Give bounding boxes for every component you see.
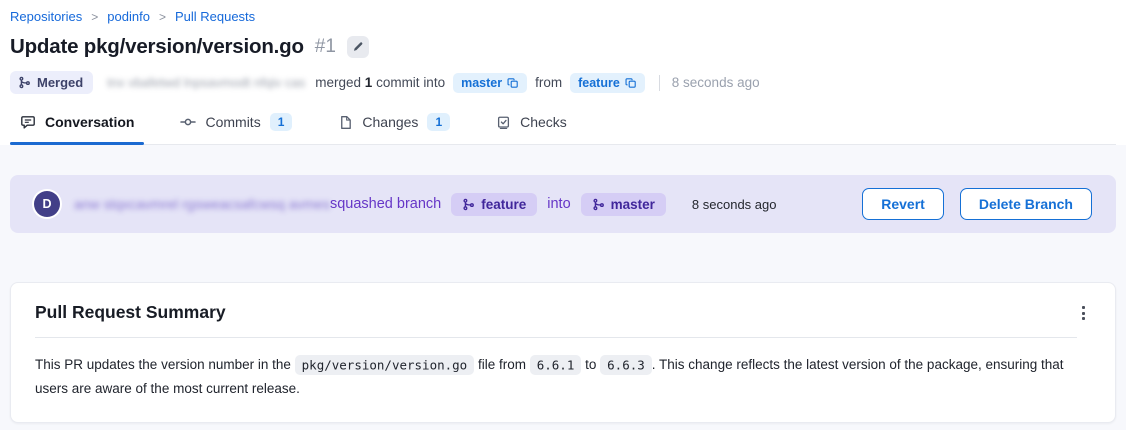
- tab-label: Conversation: [45, 114, 134, 130]
- pencil-icon: [352, 41, 364, 53]
- head-branch-label: feature: [578, 76, 620, 90]
- merge-summary-text: from: [535, 75, 562, 90]
- commits-count-badge: 1: [270, 113, 293, 131]
- head-branch-pill[interactable]: feature: [451, 193, 537, 216]
- head-branch-label: feature: [481, 197, 526, 212]
- commit-count: 1: [365, 75, 373, 90]
- summary-body: This PR updates the version number in th…: [35, 353, 1075, 400]
- breadcrumb: Repositories > podinfo > Pull Requests: [10, 9, 1116, 24]
- status-badge: Merged: [10, 71, 93, 94]
- base-branch-label: master: [461, 76, 502, 90]
- comment-icon: [20, 114, 36, 130]
- breadcrumb-link-podinfo[interactable]: podinfo: [107, 9, 150, 24]
- banner-action-text: squashed branch: [330, 196, 441, 212]
- body-text: to: [581, 357, 600, 372]
- merged-timestamp: 8 seconds ago: [672, 75, 760, 90]
- body-text: This PR updates the version number in th…: [35, 357, 295, 372]
- tab-label: Commits: [205, 114, 260, 130]
- file-icon: [338, 115, 353, 130]
- pr-number: #1: [315, 36, 336, 58]
- avatar: D: [34, 191, 60, 217]
- base-branch-pill[interactable]: master: [581, 193, 666, 216]
- tab-label: Checks: [520, 114, 567, 130]
- changes-count-badge: 1: [427, 113, 450, 131]
- tab-conversation[interactable]: Conversation: [10, 111, 144, 144]
- content-area: D anw stqxcavmrel rgsweacsafcwsq avmes s…: [0, 145, 1126, 430]
- tab-changes[interactable]: Changes 1: [328, 111, 460, 144]
- inline-code: 6.6.3: [600, 355, 652, 375]
- base-branch-chip[interactable]: master: [453, 73, 527, 93]
- page-title: Update pkg/version/version.go: [10, 35, 304, 59]
- git-merge-icon: [18, 76, 31, 89]
- divider: [659, 75, 660, 91]
- merge-summary-text: commit into: [376, 75, 445, 90]
- tab-commits[interactable]: Commits 1: [170, 111, 302, 144]
- banner-actions: Revert Delete Branch: [862, 188, 1092, 220]
- copy-icon[interactable]: [507, 77, 519, 89]
- card-header: Pull Request Summary: [35, 302, 1091, 324]
- pr-status-row: Merged tnx vbafetwd lnpsavmodt nfqiv cas…: [10, 71, 1116, 94]
- pull-request-summary-card: Pull Request Summary This PR updates the…: [10, 282, 1116, 423]
- edit-title-button[interactable]: [347, 36, 369, 58]
- redacted-author-name: tnx vbafetwd lnpsavmodt nfqiv cas: [107, 75, 305, 90]
- banner-timestamp: 8 seconds ago: [692, 197, 777, 212]
- base-branch-label: master: [611, 197, 655, 212]
- title-row: Update pkg/version/version.go #1: [10, 35, 1116, 59]
- revert-button[interactable]: Revert: [862, 188, 944, 220]
- merged-event-banner: D anw stqxcavmrel rgsweacsafcwsq avmes s…: [10, 175, 1116, 233]
- head-branch-chip[interactable]: feature: [570, 73, 645, 93]
- delete-branch-button[interactable]: Delete Branch: [960, 188, 1092, 220]
- breadcrumb-link-pull-requests[interactable]: Pull Requests: [175, 9, 255, 24]
- checklist-icon: [496, 115, 511, 130]
- card-title: Pull Request Summary: [35, 302, 226, 323]
- inline-code: pkg/version/version.go: [295, 355, 475, 375]
- copy-icon[interactable]: [625, 77, 637, 89]
- git-merge-icon: [592, 198, 605, 211]
- breadcrumb-link-repositories[interactable]: Repositories: [10, 9, 82, 24]
- inline-code: 6.6.1: [530, 355, 582, 375]
- kebab-menu-icon[interactable]: [1076, 302, 1091, 324]
- status-badge-label: Merged: [37, 75, 83, 90]
- breadcrumb-separator: >: [159, 10, 166, 24]
- pr-tabbar: Conversation Commits 1 Changes 1 Checks: [10, 111, 1116, 145]
- tab-label: Changes: [362, 114, 418, 130]
- breadcrumb-separator: >: [91, 10, 98, 24]
- commit-icon: [180, 114, 196, 130]
- banner-into-text: into: [547, 196, 570, 212]
- tab-checks[interactable]: Checks: [486, 111, 577, 144]
- page-header: Repositories > podinfo > Pull Requests U…: [0, 0, 1126, 145]
- divider: [35, 337, 1077, 338]
- git-merge-icon: [462, 198, 475, 211]
- merge-summary-text: merged: [315, 75, 361, 90]
- redacted-actor-name: anw stqxcavmrel rgsweacsafcwsq avmes: [74, 196, 330, 212]
- body-text: file from: [474, 357, 530, 372]
